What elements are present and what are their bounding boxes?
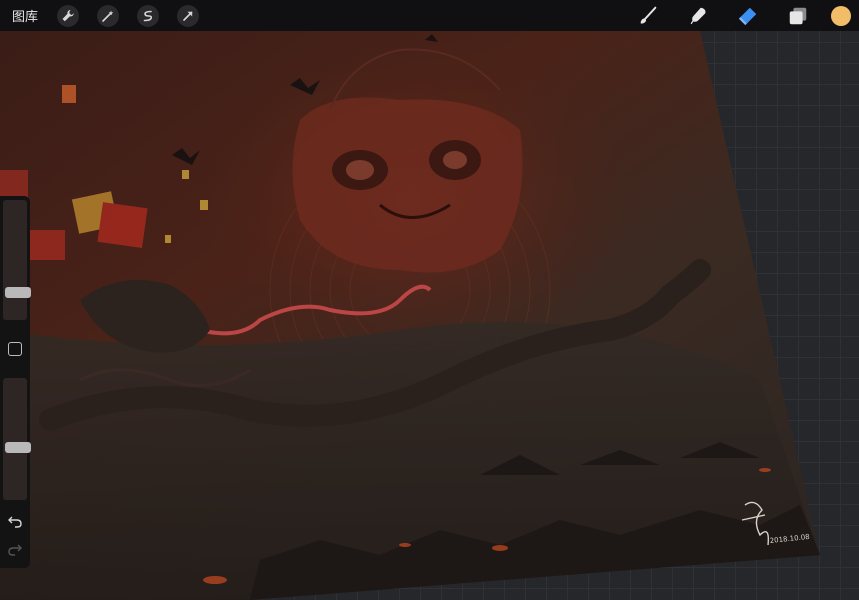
smudge-icon (690, 7, 706, 24)
brush-button[interactable] (636, 4, 660, 28)
top-toolbar: 图库 (0, 0, 859, 31)
magic-wand-icon (102, 10, 114, 22)
selection-button[interactable] (137, 4, 160, 27)
brush-size-handle[interactable] (5, 287, 31, 299)
smudge-button[interactable] (686, 4, 710, 28)
color-swatch-button[interactable] (831, 5, 851, 26)
actions-button[interactable] (57, 4, 80, 27)
layers-icon (789, 7, 807, 24)
opacity-handle[interactable] (5, 442, 31, 454)
modify-button[interactable] (8, 342, 22, 356)
left-sidebar (0, 196, 31, 568)
eraser-icon (738, 7, 757, 25)
brush-size-slider[interactable] (3, 200, 31, 320)
redo-icon[interactable] (7, 542, 23, 556)
transform-button[interactable] (177, 4, 200, 27)
gallery-button[interactable]: 图库 (12, 6, 38, 25)
eraser-button[interactable] (736, 4, 760, 28)
adjustments-button[interactable] (97, 4, 120, 27)
layers-button[interactable] (786, 4, 810, 28)
wrench-icon (62, 9, 74, 21)
artwork-canvas[interactable]: 2018.10.08 (0, 0, 859, 600)
undo-icon[interactable] (7, 514, 23, 528)
brush-icon (640, 6, 657, 24)
opacity-slider[interactable] (3, 378, 31, 500)
transform-arrow-icon (183, 11, 193, 21)
selection-icon (143, 10, 153, 21)
right-toolbar (623, 0, 859, 31)
